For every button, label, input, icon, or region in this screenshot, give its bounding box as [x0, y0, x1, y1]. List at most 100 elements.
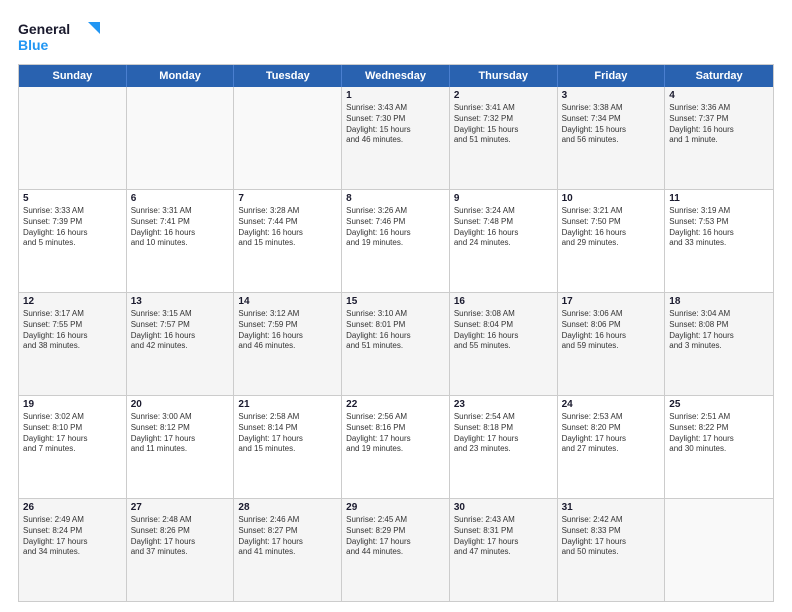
cell-text: Sunrise: 3:08 AM Sunset: 8:04 PM Dayligh… — [454, 309, 553, 352]
calendar-cell: 28 Sunrise: 2:46 AM Sunset: 8:27 PM Dayli… — [234, 499, 342, 601]
calendar-row: 26Sunrise: 2:49 AM Sunset: 8:24 PM Dayli… — [19, 498, 773, 601]
calendar-row: 12 Sunrise: 3:17 AM Sunset: 7:55 PM Dayli… — [19, 292, 773, 395]
day-number: 30 — [454, 502, 553, 513]
calendar-header: SundayMondayTuesdayWednesdayThursdayFrid… — [19, 65, 773, 87]
calendar-cell: 3Sunrise: 3:38 AM Sunset: 7:34 PM Daylig… — [558, 87, 666, 189]
cell-text: Sunrise: 3:43 AM Sunset: 7:30 PM Dayligh… — [346, 103, 445, 146]
cell-text: Sunrise: 3:02 AM Sunset: 8:10 PM Dayligh… — [23, 412, 122, 455]
day-number: 17 — [562, 296, 661, 307]
calendar-row: 1 Sunrise: 3:43 AM Sunset: 7:30 PM Daylig… — [19, 87, 773, 189]
cell-text: Sunrise: 3:31 AM Sunset: 7:41 PM Dayligh… — [131, 206, 230, 249]
calendar-cell: 30 Sunrise: 2:43 AM Sunset: 8:31 PM Dayli… — [450, 499, 558, 601]
calendar-cell: 20 Sunrise: 3:00 AM Sunset: 8:12 PM Dayli… — [127, 396, 235, 498]
calendar-cell: 5 Sunrise: 3:33 AM Sunset: 7:39 PM Daylig… — [19, 190, 127, 292]
cell-text: Sunrise: 3:21 AM Sunset: 7:50 PM Dayligh… — [562, 206, 661, 249]
header-cell-thursday: Thursday — [450, 65, 558, 87]
calendar-cell: 25 Sunrise: 2:51 AM Sunset: 8:22 PM Dayli… — [665, 396, 773, 498]
calendar-row: 19 Sunrise: 3:02 AM Sunset: 8:10 PM Dayli… — [19, 395, 773, 498]
day-number: 8 — [346, 193, 445, 204]
cell-text: Sunrise: 3:26 AM Sunset: 7:46 PM Dayligh… — [346, 206, 445, 249]
cell-text: Sunrise: 3:17 AM Sunset: 7:55 PM Dayligh… — [23, 309, 122, 352]
calendar-cell: 8 Sunrise: 3:26 AM Sunset: 7:46 PM Daylig… — [342, 190, 450, 292]
calendar-cell: 19 Sunrise: 3:02 AM Sunset: 8:10 PM Dayli… — [19, 396, 127, 498]
calendar-cell: 29 Sunrise: 2:45 AM Sunset: 8:29 PM Dayli… — [342, 499, 450, 601]
calendar-cell: 16 Sunrise: 3:08 AM Sunset: 8:04 PM Dayli… — [450, 293, 558, 395]
calendar-cell: 11 Sunrise: 3:19 AM Sunset: 7:53 PM Dayli… — [665, 190, 773, 292]
calendar-cell: 14 Sunrise: 3:12 AM Sunset: 7:59 PM Dayli… — [234, 293, 342, 395]
day-number: 14 — [238, 296, 337, 307]
cell-text: Sunrise: 2:51 AM Sunset: 8:22 PM Dayligh… — [669, 412, 769, 455]
calendar: SundayMondayTuesdayWednesdayThursdayFrid… — [18, 64, 774, 602]
day-number: 15 — [346, 296, 445, 307]
cell-text: Sunrise: 3:19 AM Sunset: 7:53 PM Dayligh… — [669, 206, 769, 249]
cell-text: Sunrise: 2:48 AM Sunset: 8:26 PM Dayligh… — [131, 515, 230, 558]
cell-text: Sunrise: 3:36 AM Sunset: 7:37 PM Dayligh… — [669, 103, 769, 146]
cell-text: Sunrise: 3:41 AM Sunset: 7:32 PM Dayligh… — [454, 103, 553, 146]
cell-text: Sunrise: 3:24 AM Sunset: 7:48 PM Dayligh… — [454, 206, 553, 249]
calendar-cell: 26Sunrise: 2:49 AM Sunset: 8:24 PM Dayli… — [19, 499, 127, 601]
calendar-cell: 12 Sunrise: 3:17 AM Sunset: 7:55 PM Dayli… — [19, 293, 127, 395]
cell-text: Sunrise: 3:12 AM Sunset: 7:59 PM Dayligh… — [238, 309, 337, 352]
header-cell-saturday: Saturday — [665, 65, 773, 87]
cell-text: Sunrise: 3:00 AM Sunset: 8:12 PM Dayligh… — [131, 412, 230, 455]
cell-text: Sunrise: 2:54 AM Sunset: 8:18 PM Dayligh… — [454, 412, 553, 455]
svg-text:Blue: Blue — [18, 37, 49, 53]
calendar-cell: 24 Sunrise: 2:53 AM Sunset: 8:20 PM Dayli… — [558, 396, 666, 498]
day-number: 18 — [669, 296, 769, 307]
day-number: 12 — [23, 296, 122, 307]
header-cell-tuesday: Tuesday — [234, 65, 342, 87]
calendar-cell: 1 Sunrise: 3:43 AM Sunset: 7:30 PM Daylig… — [342, 87, 450, 189]
header-cell-monday: Monday — [127, 65, 235, 87]
header-cell-sunday: Sunday — [19, 65, 127, 87]
cell-text: Sunrise: 2:46 AM Sunset: 8:27 PM Dayligh… — [238, 515, 337, 558]
calendar-cell: 17 Sunrise: 3:06 AM Sunset: 8:06 PM Dayli… — [558, 293, 666, 395]
cell-text: Sunrise: 2:43 AM Sunset: 8:31 PM Dayligh… — [454, 515, 553, 558]
day-number: 13 — [131, 296, 230, 307]
cell-text: Sunrise: 3:06 AM Sunset: 8:06 PM Dayligh… — [562, 309, 661, 352]
calendar-cell — [19, 87, 127, 189]
cell-text: Sunrise: 3:28 AM Sunset: 7:44 PM Dayligh… — [238, 206, 337, 249]
day-number: 19 — [23, 399, 122, 410]
day-number: 26 — [23, 502, 122, 513]
day-number: 25 — [669, 399, 769, 410]
calendar-cell: 6Sunrise: 3:31 AM Sunset: 7:41 PM Daylig… — [127, 190, 235, 292]
day-number: 5 — [23, 193, 122, 204]
calendar-cell: 15 Sunrise: 3:10 AM Sunset: 8:01 PM Dayli… — [342, 293, 450, 395]
day-number: 20 — [131, 399, 230, 410]
logo: GeneralBlue — [18, 18, 108, 56]
cell-text: Sunrise: 3:33 AM Sunset: 7:39 PM Dayligh… — [23, 206, 122, 249]
calendar-cell: 21Sunrise: 2:58 AM Sunset: 8:14 PM Dayli… — [234, 396, 342, 498]
day-number: 11 — [669, 193, 769, 204]
day-number: 22 — [346, 399, 445, 410]
day-number: 27 — [131, 502, 230, 513]
day-number: 28 — [238, 502, 337, 513]
day-number: 9 — [454, 193, 553, 204]
cell-text: Sunrise: 2:53 AM Sunset: 8:20 PM Dayligh… — [562, 412, 661, 455]
cell-text: Sunrise: 2:45 AM Sunset: 8:29 PM Dayligh… — [346, 515, 445, 558]
day-number: 29 — [346, 502, 445, 513]
cell-text: Sunrise: 2:56 AM Sunset: 8:16 PM Dayligh… — [346, 412, 445, 455]
calendar-cell: 10 Sunrise: 3:21 AM Sunset: 7:50 PM Dayli… — [558, 190, 666, 292]
calendar-cell — [127, 87, 235, 189]
calendar-cell — [665, 499, 773, 601]
day-number: 24 — [562, 399, 661, 410]
calendar-cell: 4 Sunrise: 3:36 AM Sunset: 7:37 PM Daylig… — [665, 87, 773, 189]
calendar-cell: 22 Sunrise: 2:56 AM Sunset: 8:16 PM Dayli… — [342, 396, 450, 498]
day-number: 16 — [454, 296, 553, 307]
calendar-cell — [234, 87, 342, 189]
day-number: 4 — [669, 90, 769, 101]
day-number: 7 — [238, 193, 337, 204]
day-number: 23 — [454, 399, 553, 410]
calendar-row: 5 Sunrise: 3:33 AM Sunset: 7:39 PM Daylig… — [19, 189, 773, 292]
calendar-cell: 2Sunrise: 3:41 AM Sunset: 7:32 PM Daylig… — [450, 87, 558, 189]
calendar-cell: 31Sunrise: 2:42 AM Sunset: 8:33 PM Dayli… — [558, 499, 666, 601]
cell-text: Sunrise: 3:10 AM Sunset: 8:01 PM Dayligh… — [346, 309, 445, 352]
day-number: 1 — [346, 90, 445, 101]
cell-text: Sunrise: 3:04 AM Sunset: 8:08 PM Dayligh… — [669, 309, 769, 352]
calendar-cell: 9 Sunrise: 3:24 AM Sunset: 7:48 PM Daylig… — [450, 190, 558, 292]
day-number: 10 — [562, 193, 661, 204]
page: GeneralBlue SundayMondayTuesdayWednesday… — [0, 0, 792, 612]
svg-text:General: General — [18, 21, 70, 37]
cell-text: Sunrise: 3:38 AM Sunset: 7:34 PM Dayligh… — [562, 103, 661, 146]
calendar-cell: 18 Sunrise: 3:04 AM Sunset: 8:08 PM Dayli… — [665, 293, 773, 395]
